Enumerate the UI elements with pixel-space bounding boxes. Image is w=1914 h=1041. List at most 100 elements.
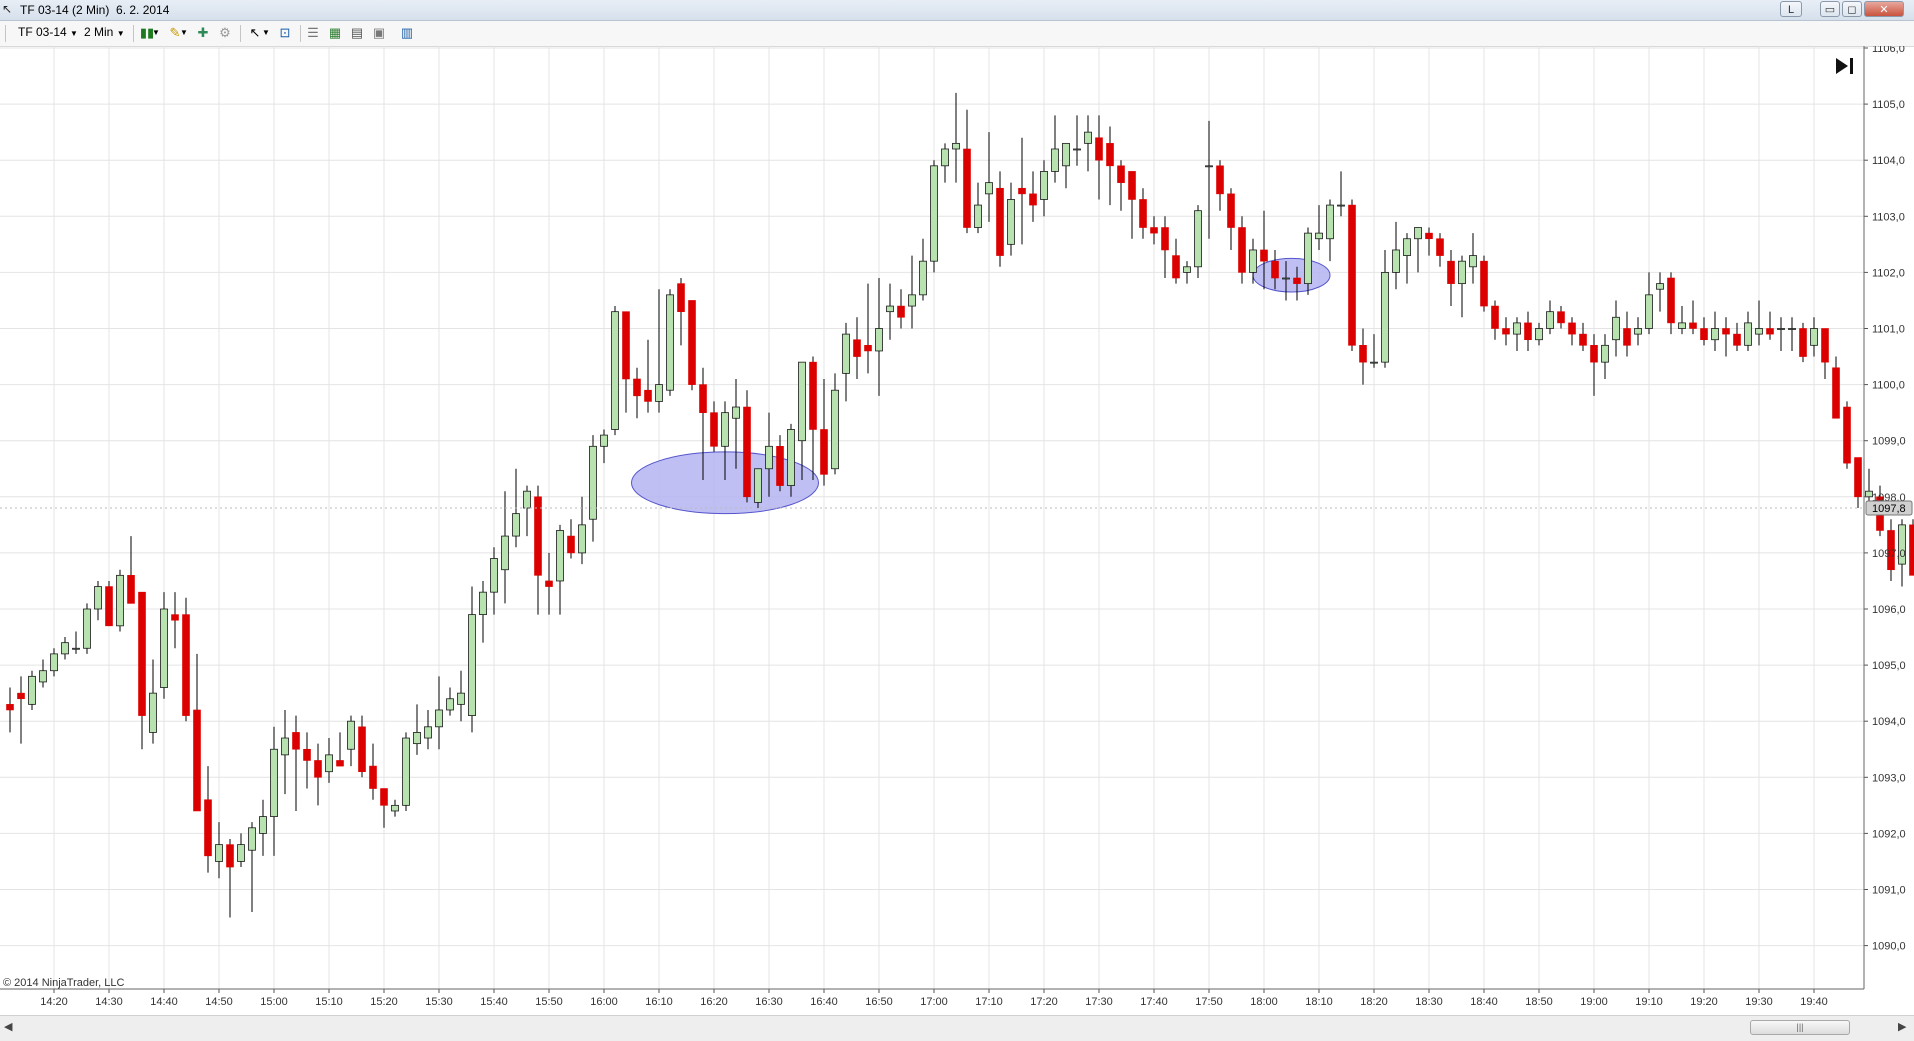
- candle-body-down: [106, 587, 113, 626]
- x-tick-label: 18:10: [1305, 996, 1333, 1008]
- candle-body-down: [1107, 143, 1114, 165]
- horizontal-scrollbar[interactable]: ◀ ||| ▶: [0, 1015, 1914, 1041]
- scrollbar-thumb[interactable]: |||: [1750, 1020, 1850, 1035]
- y-tick-label: 1105,0: [1872, 99, 1905, 111]
- candle-body-up: [403, 738, 410, 805]
- y-tick-label: 1100,0: [1872, 380, 1905, 392]
- candle-body-up: [975, 205, 982, 227]
- properties-icon[interactable]: ▣: [370, 25, 388, 41]
- chart-properties-icon[interactable]: ▦: [326, 25, 344, 41]
- candle-body-up: [920, 261, 927, 295]
- x-tick-label: 19:40: [1800, 996, 1828, 1008]
- candle-body-down: [18, 693, 25, 699]
- candle-body-down: [370, 766, 377, 788]
- x-tick-label: 17:30: [1085, 996, 1113, 1008]
- x-tick-label: 16:30: [755, 996, 783, 1008]
- x-tick-label: 15:30: [425, 996, 453, 1008]
- candle-body-up: [29, 676, 36, 704]
- layout-button[interactable]: L: [1780, 1, 1802, 17]
- x-tick-label: 14:20: [40, 996, 68, 1008]
- candle-body-down: [1481, 261, 1488, 306]
- chart-trader-icon[interactable]: ▥: [398, 25, 416, 41]
- x-tick-label: 18:50: [1525, 996, 1553, 1008]
- candle-body-up: [1184, 267, 1191, 273]
- toolbar-separator: [240, 25, 241, 42]
- candle-body-down: [381, 789, 388, 806]
- x-tick-label: 19:10: [1635, 996, 1663, 1008]
- skip-to-end-icon[interactable]: [1836, 58, 1853, 74]
- candle-body-down: [139, 592, 146, 715]
- chevron-down-icon[interactable]: ▼: [180, 25, 188, 41]
- candle-body-up: [469, 615, 476, 716]
- candle-body-up: [1745, 323, 1752, 345]
- y-tick-label: 1095,0: [1872, 660, 1906, 672]
- scroll-right-icon[interactable]: ▶: [1898, 1020, 1906, 1033]
- candle-body-up: [1338, 205, 1345, 206]
- candle-body-up: [40, 671, 47, 682]
- zoom-icon[interactable]: ⊡: [276, 25, 294, 41]
- chevron-down-icon[interactable]: ▼: [262, 25, 270, 41]
- candle-body-down: [304, 749, 311, 760]
- candle-body-down: [172, 615, 179, 621]
- scroll-left-icon[interactable]: ◀: [4, 1020, 12, 1033]
- chevron-down-icon[interactable]: ▼: [152, 25, 160, 41]
- candle-body-down: [1844, 407, 1851, 463]
- candle-body-down: [535, 497, 542, 576]
- candle-body-up: [667, 295, 674, 390]
- candle-body-down: [1030, 194, 1037, 205]
- toolbar-separator: [133, 25, 134, 42]
- candle-body-down: [194, 710, 201, 811]
- candle-body-up: [491, 559, 498, 593]
- strategy-icon[interactable]: ⚙: [216, 25, 234, 41]
- x-tick-label: 16:50: [865, 996, 893, 1008]
- close-button[interactable]: ✕: [1864, 1, 1904, 17]
- candle-body-down: [1910, 525, 1914, 575]
- y-tick-label: 1090,0: [1872, 941, 1906, 953]
- add-indicator-icon[interactable]: ✚: [194, 25, 212, 41]
- candle-body-down: [7, 704, 14, 710]
- candle-body-up: [282, 738, 289, 755]
- indicators-icon[interactable]: ▤: [348, 25, 366, 41]
- candle-body-down: [1492, 306, 1499, 328]
- candle-body-up: [579, 525, 586, 553]
- candle-body-down: [1734, 334, 1741, 345]
- last-price-label: 1097,8: [1872, 503, 1906, 515]
- x-tick-label: 16:20: [700, 996, 728, 1008]
- candle-body-down: [634, 379, 641, 396]
- candle-body-up: [1316, 233, 1323, 239]
- minimize-button[interactable]: ▭: [1820, 1, 1840, 17]
- chart-axes: 1106,01105,01104,01103,01102,01101,01100…: [0, 46, 1912, 1008]
- candle-body-up: [1085, 132, 1092, 143]
- candle-body-up: [1250, 250, 1257, 272]
- candle-body-down: [865, 345, 872, 351]
- interval-selector[interactable]: 2 Min ▼: [84, 25, 125, 39]
- candle-body-down: [678, 284, 685, 312]
- data-box-icon[interactable]: ☰: [304, 25, 322, 41]
- candle-body-up: [942, 149, 949, 166]
- candle-body-down: [1239, 228, 1246, 273]
- candle-body-up: [1712, 329, 1719, 340]
- candle-body-up: [1756, 329, 1763, 335]
- candle-body-down: [1800, 329, 1807, 357]
- candle-body-up: [986, 183, 993, 194]
- price-chart[interactable]: 1106,01105,01104,01103,01102,01101,01100…: [0, 46, 1914, 1015]
- candle-body-down: [1294, 278, 1301, 284]
- candle-body-up: [326, 755, 333, 772]
- candle-body-down: [1701, 329, 1708, 340]
- candle-body-up: [414, 732, 421, 743]
- instrument-selector[interactable]: TF 03-14 ▼: [18, 25, 78, 39]
- y-tick-label: 1092,0: [1872, 828, 1906, 840]
- y-tick-label: 1091,0: [1872, 885, 1906, 897]
- candle-body-up: [271, 749, 278, 816]
- interval-label: 2 Min: [84, 25, 113, 39]
- mouse-cursor-icon: ↖: [2, 2, 14, 16]
- x-tick-label: 16:40: [810, 996, 838, 1008]
- x-tick-label: 16:10: [645, 996, 673, 1008]
- y-tick-label: 1094,0: [1872, 716, 1906, 728]
- candle-body-up: [931, 166, 938, 261]
- candle-body-up: [1371, 362, 1378, 363]
- maximize-button[interactable]: ◻: [1842, 1, 1862, 17]
- candle-body-down: [645, 390, 652, 401]
- candle-body-down: [1129, 171, 1136, 199]
- candle-body-up: [1382, 272, 1389, 362]
